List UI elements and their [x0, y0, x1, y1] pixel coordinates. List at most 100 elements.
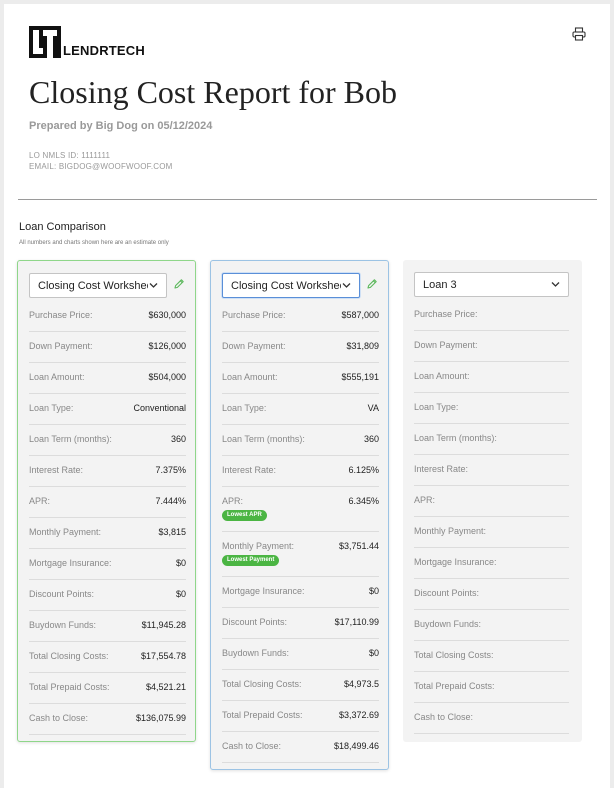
- row-total-prepaid-costs: Total Prepaid Costs: $4,521.21: [29, 673, 186, 704]
- lo-nmls-id: LO NMLS ID: 1111111: [29, 151, 111, 160]
- row-label: Down Payment:: [414, 340, 478, 350]
- row-loan-amount: Loan Amount:: [414, 362, 569, 393]
- row-apr: APR:: [414, 486, 569, 517]
- row-label: Buydown Funds:: [222, 648, 290, 658]
- row-interest-rate: Interest Rate: 7.375%: [29, 456, 186, 487]
- row-value: $3,372.69: [338, 710, 379, 720]
- row-loan-amount: Loan Amount: $555,191: [222, 363, 379, 394]
- row-purchase-price: Purchase Price: $587,000: [222, 301, 379, 332]
- row-cash-to-close: Cash to Close: $18,499.46: [222, 732, 379, 763]
- row-label: Monthly Payment:: [222, 541, 295, 551]
- section-subtitle: All numbers and charts shown here are an…: [19, 240, 169, 246]
- row-label: Interest Rate:: [414, 464, 469, 474]
- row-loan-type: Loan Type: VA: [222, 394, 379, 425]
- row-apr: APR: 6.345% Lowest APR: [222, 487, 379, 532]
- row-label: Cash to Close:: [222, 741, 282, 751]
- row-label: APR:: [414, 495, 436, 505]
- edit-pencil-icon[interactable]: [173, 278, 185, 290]
- row-total-prepaid-costs: Total Prepaid Costs: $3,372.69: [222, 701, 379, 732]
- loan-card-2: Closing Cost Worksheet Purchase Price: $5…: [210, 260, 389, 770]
- row-value: 6.125%: [348, 465, 379, 475]
- row-label: Loan Amount:: [222, 372, 278, 382]
- loan-selector[interactable]: Closing Cost Worksheet: [29, 273, 167, 298]
- header-divider: [18, 199, 597, 200]
- row-value: $4,973.5: [343, 679, 379, 689]
- row-monthly-payment: Monthly Payment: $3,751.44 Lowest Payment: [222, 532, 379, 577]
- row-label: Total Closing Costs:: [414, 650, 494, 660]
- row-total-closing-costs: Total Closing Costs: $4,973.5: [222, 670, 379, 701]
- row-label: Interest Rate:: [29, 465, 84, 475]
- lowest-apr-badge: Lowest APR: [222, 510, 267, 521]
- lowest-payment-badge: Lowest Payment: [222, 555, 280, 566]
- row-value: $31,809: [346, 341, 379, 351]
- row-label: Mortgage Insurance:: [414, 557, 497, 567]
- row-mortgage-insurance: Mortgage Insurance: $0: [29, 549, 186, 580]
- page-title: Closing Cost Report for Bob: [29, 74, 398, 110]
- row-label: Discount Points:: [29, 589, 95, 599]
- row-value: $11,945.28: [141, 620, 186, 630]
- loan-selector-value: Loan 3: [423, 278, 457, 291]
- row-loan-term: Loan Term (months):: [414, 424, 569, 455]
- row-discount-points: Discount Points:: [414, 579, 569, 610]
- row-value: 7.375%: [155, 465, 186, 475]
- chevron-down-icon: [551, 282, 560, 287]
- row-label: Loan Term (months):: [222, 434, 305, 444]
- row-value: $0: [368, 586, 379, 596]
- row-value: $3,751.44: [338, 541, 379, 551]
- row-purchase-price: Purchase Price:: [414, 300, 569, 331]
- row-interest-rate: Interest Rate: 6.125%: [222, 456, 379, 487]
- loan-selector[interactable]: Closing Cost Worksheet: [222, 273, 360, 298]
- row-value: 7.444%: [155, 496, 186, 506]
- loan-card-3: Loan 3 Purchase Price: Down Payment: Loa…: [403, 260, 582, 742]
- row-loan-term: Loan Term (months): 360: [29, 425, 186, 456]
- row-monthly-payment: Monthly Payment: $3,815: [29, 518, 186, 549]
- row-label: Cash to Close:: [29, 713, 89, 723]
- row-label: Down Payment:: [29, 341, 93, 351]
- row-value: $587,000: [341, 310, 379, 320]
- row-value: $0: [175, 558, 186, 568]
- row-label: Total Closing Costs:: [29, 651, 109, 661]
- row-buydown-funds: Buydown Funds:: [414, 610, 569, 641]
- print-icon[interactable]: [572, 27, 586, 41]
- row-total-closing-costs: Total Closing Costs: $17,554.78: [29, 642, 186, 673]
- loan-details: Purchase Price: Down Payment: Loan Amoun…: [414, 300, 569, 734]
- row-loan-amount: Loan Amount: $504,000: [29, 363, 186, 394]
- row-label: Loan Type:: [414, 402, 459, 412]
- loan-selector[interactable]: Loan 3: [414, 272, 569, 297]
- row-label: Buydown Funds:: [29, 620, 97, 630]
- row-down-payment: Down Payment:: [414, 331, 569, 362]
- loan-details: Purchase Price: $587,000 Down Payment: $31…: [222, 301, 379, 763]
- row-label: Discount Points:: [414, 588, 480, 598]
- row-value: 360: [170, 434, 186, 444]
- lendrtech-logo-mark: [29, 26, 61, 58]
- row-label: Buydown Funds:: [414, 619, 482, 629]
- row-value: $0: [175, 589, 186, 599]
- row-value: $555,191: [341, 372, 379, 382]
- row-value: $0: [368, 648, 379, 658]
- row-label: Interest Rate:: [222, 465, 277, 475]
- chevron-down-icon: [342, 283, 351, 288]
- row-loan-type: Loan Type: Conventional: [29, 394, 186, 425]
- row-value: $3,815: [158, 527, 186, 537]
- row-label: Purchase Price:: [222, 310, 286, 320]
- row-label: Loan Amount:: [414, 371, 470, 381]
- row-loan-type: Loan Type:: [414, 393, 569, 424]
- row-value: Conventional: [133, 403, 186, 413]
- row-interest-rate: Interest Rate:: [414, 455, 569, 486]
- row-value: VA: [367, 403, 379, 413]
- row-loan-term: Loan Term (months): 360: [222, 425, 379, 456]
- row-buydown-funds: Buydown Funds: $11,945.28: [29, 611, 186, 642]
- prepared-by: Prepared by Big Dog on 05/12/2024: [29, 120, 213, 132]
- section-title: Loan Comparison: [19, 221, 106, 233]
- row-value: $17,110.99: [334, 617, 379, 627]
- lo-email: EMAIL: BIGDOG@WOOFWOOF.COM: [29, 162, 173, 171]
- row-label: Mortgage Insurance:: [222, 586, 305, 596]
- row-label: Loan Term (months):: [29, 434, 112, 444]
- loan-details: Purchase Price: $630,000 Down Payment: $12…: [29, 301, 186, 735]
- row-mortgage-insurance: Mortgage Insurance: $0: [222, 577, 379, 608]
- row-cash-to-close: Cash to Close:: [414, 703, 569, 734]
- row-label: Monthly Payment:: [29, 527, 102, 537]
- row-label: Loan Type:: [29, 403, 74, 413]
- row-buydown-funds: Buydown Funds: $0: [222, 639, 379, 670]
- edit-pencil-icon[interactable]: [366, 278, 378, 290]
